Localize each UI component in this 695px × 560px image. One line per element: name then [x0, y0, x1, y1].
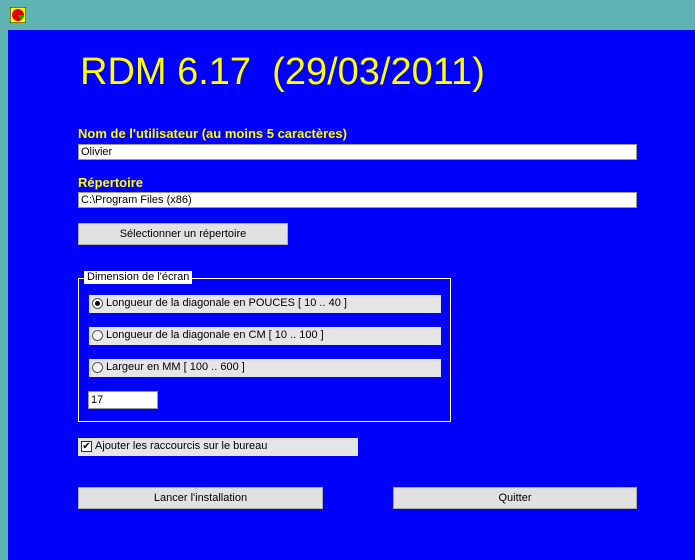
directory-input[interactable]: C:\Program Files (x86): [78, 192, 637, 208]
app-icon: [10, 7, 26, 23]
app-title: RDM 6.17 (29/03/2011): [80, 51, 485, 93]
screen-size-input[interactable]: 17: [88, 391, 158, 409]
username-input[interactable]: Olivier: [78, 144, 637, 160]
radio-selected-icon[interactable]: [92, 298, 103, 309]
screen-dimension-legend: Dimension de l'écran: [84, 271, 193, 284]
directory-label: Répertoire: [78, 175, 144, 190]
title-bar: [0, 0, 695, 30]
shortcuts-checkbox-row[interactable]: ✔ Ajouter les raccourcis sur le bureau: [78, 438, 358, 456]
shortcuts-checkbox-label: Ajouter les raccourcis sur le bureau: [95, 440, 268, 452]
radio-unselected-icon[interactable]: [92, 330, 103, 341]
quit-button[interactable]: Quitter: [393, 487, 637, 509]
radio-option-cm[interactable]: Longueur de la diagonale en CM [ 10 .. 1…: [89, 327, 441, 345]
radio-label-inches: Longueur de la diagonale en POUCES [ 10 …: [106, 297, 347, 309]
username-label: Nom de l'utilisateur (au moins 5 caractè…: [78, 126, 347, 141]
install-button[interactable]: Lancer l'installation: [78, 487, 323, 509]
radio-label-cm: Longueur de la diagonale en CM [ 10 .. 1…: [106, 329, 324, 341]
installer-panel: RDM 6.17 (29/03/2011) Nom de l'utilisate…: [8, 30, 695, 560]
radio-option-mm[interactable]: Largeur en MM [ 100 .. 600 ]: [89, 359, 441, 377]
radio-label-mm: Largeur en MM [ 100 .. 600 ]: [106, 361, 245, 373]
checkbox-checked-icon[interactable]: ✔: [81, 441, 92, 452]
radio-unselected-icon[interactable]: [92, 362, 103, 373]
select-directory-button[interactable]: Sélectionner un répertoire: [78, 223, 288, 245]
radio-option-inches[interactable]: Longueur de la diagonale en POUCES [ 10 …: [89, 295, 441, 313]
